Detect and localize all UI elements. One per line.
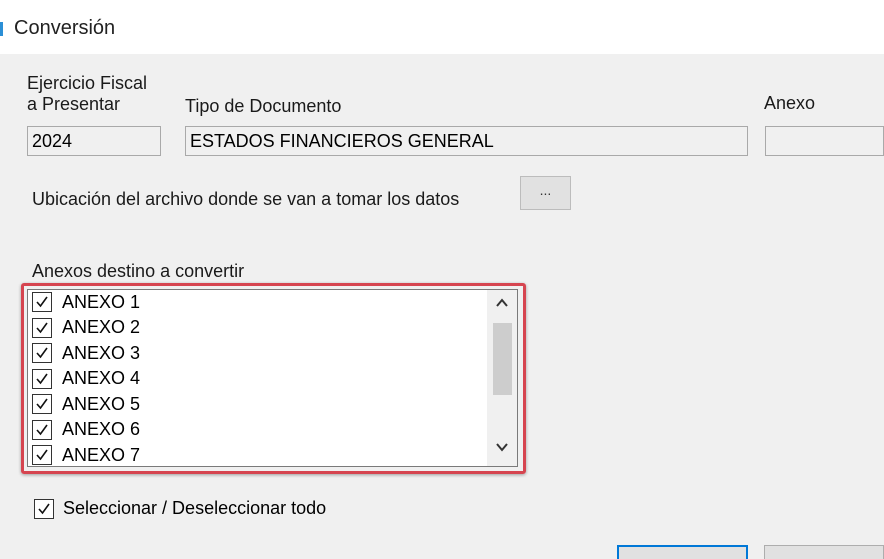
list-item[interactable]: ANEXO 4 (32, 367, 140, 391)
checkbox[interactable] (32, 317, 52, 338)
browse-button[interactable]: ... (520, 176, 571, 210)
checkbox[interactable] (32, 368, 52, 389)
list-item-label: ANEXO 1 (62, 291, 141, 312)
list-item-label: ANEXO 7 (62, 444, 141, 465)
select-all-checkbox[interactable]: Seleccionar / Deseleccionar todo (34, 498, 326, 519)
window-title: Conversión (14, 17, 116, 39)
title-bar: Conversión (0, 0, 884, 54)
list-item-label: ANEXO 5 (62, 393, 141, 414)
chevron-up-icon[interactable] (487, 296, 517, 322)
list-item[interactable]: ANEXO 2 (32, 316, 140, 340)
checkbox[interactable] (32, 292, 52, 312)
anexo-label: Anexo (764, 93, 816, 113)
checkmark-icon (36, 296, 48, 308)
checkbox[interactable] (32, 343, 52, 363)
select-all-label: Seleccionar / Deseleccionar todo (63, 498, 327, 518)
ubicacion-label: Ubicación del archivo donde se van a tom… (32, 189, 460, 209)
ejercicio-label-line1: Ejercicio Fiscal (27, 73, 148, 93)
anexo-field[interactable] (765, 126, 884, 156)
tipo-documento-label: Tipo de Documento (185, 96, 342, 116)
anexos-destino-label: Anexos destino a convertir (32, 261, 245, 281)
checkbox[interactable] (32, 394, 52, 414)
list-item-label: ANEXO 6 (62, 419, 141, 439)
checkmark-icon (36, 322, 48, 333)
list-item[interactable]: ANEXO 5 (32, 392, 140, 416)
tipo-documento-field[interactable]: ESTADOS FINANCIEROS GENERAL (185, 126, 748, 156)
list-item[interactable]: ANEXO 3 (32, 341, 140, 365)
scrollbar-thumb[interactable] (493, 323, 512, 395)
list-item[interactable]: ANEXO 1 (32, 290, 140, 314)
list-item-label: ANEXO 2 (62, 317, 141, 337)
checkmark-icon (36, 347, 48, 359)
anexos-checklist[interactable]: ANEXO 1 ANEXO 2 ANEXO 3 ANEXO 4 ANEXO 5 ANEXO… (27, 289, 518, 467)
checkmark-icon (36, 424, 48, 435)
ejercicio-field[interactable]: 2024 (27, 126, 161, 156)
title-accent (0, 22, 3, 36)
checkmark-icon (36, 398, 48, 410)
ejercicio-label-line2: a Presentar (27, 94, 121, 114)
ejercicio-label: Ejercicio Fiscal a Presentar (27, 73, 147, 115)
list-item[interactable]: ANEXO 7 (32, 443, 141, 466)
list-item-label: ANEXO 3 (62, 342, 141, 363)
chevron-down-icon[interactable] (487, 440, 517, 466)
checkmark-icon[interactable] (34, 498, 54, 519)
checkmark-icon (36, 449, 48, 461)
vertical-scrollbar[interactable] (487, 290, 517, 466)
list-item[interactable]: ANEXO 6 (32, 418, 140, 442)
checkbox[interactable] (32, 419, 52, 440)
checkbox[interactable] (32, 445, 52, 465)
list-item-label: ANEXO 4 (62, 368, 141, 388)
checkmark-icon (36, 373, 48, 384)
